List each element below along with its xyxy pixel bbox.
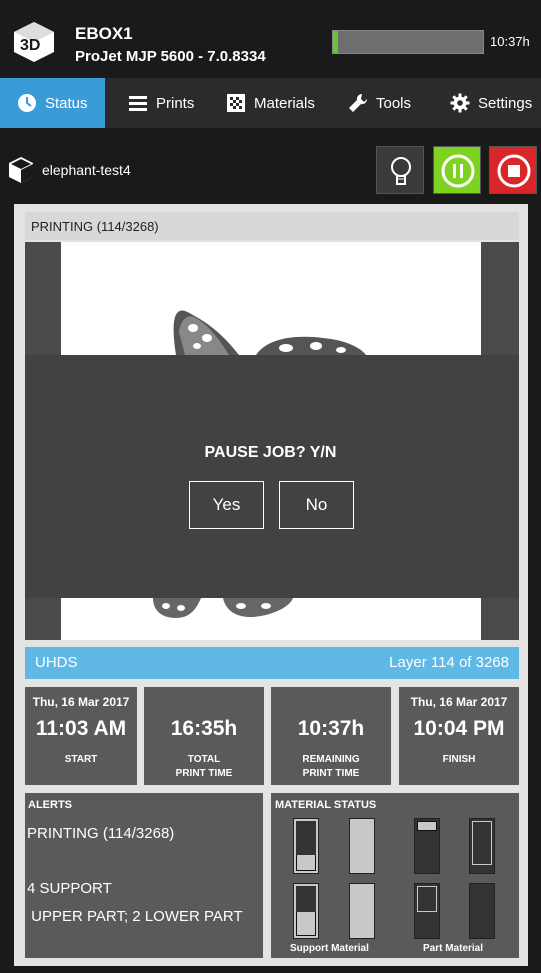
dialog-title: PAUSE JOB? Y/N xyxy=(204,444,337,461)
pause-icon xyxy=(441,154,475,188)
tab-status-label: Status xyxy=(45,94,88,112)
cartridge-empty-area xyxy=(296,821,316,855)
part-cartridge-2 xyxy=(469,818,495,874)
start-time-tile: Thu, 16 Mar 2017 11:03 AM START xyxy=(25,687,137,785)
3d-systems-logo-icon: 3D xyxy=(14,22,54,62)
tab-prints-label: Prints xyxy=(156,94,195,112)
checkerboard-icon xyxy=(227,94,245,112)
alerts-panel: ALERTS PRINTING (114/3268) 4 SUPPORT UPP… xyxy=(25,793,263,958)
start-label: START xyxy=(64,754,98,765)
cube-icon xyxy=(9,157,33,183)
support-cartridge-3 xyxy=(293,883,319,939)
printer-name: EBOX1 xyxy=(75,24,133,43)
app-header: 3D EBOX1 ProJet MJP 5600 - 7.0.8334 10:3… xyxy=(0,0,541,78)
pause-confirm-dialog xyxy=(25,355,519,598)
stop-icon xyxy=(497,154,531,188)
part-cartridge-4 xyxy=(469,883,495,939)
layer-info-bar: UHDS Layer 114 of 3268 xyxy=(25,647,519,679)
alert-line-1: PRINTING (114/3268) xyxy=(27,825,175,842)
layer-progress-text: Layer 114 of 3268 xyxy=(389,654,509,671)
alert-line-2: 4 SUPPORT xyxy=(27,880,112,897)
list-icon xyxy=(129,96,147,111)
printing-status-bar: PRINTING (114/3268) xyxy=(25,212,519,240)
material-status-title: MATERIAL STATUS xyxy=(275,799,377,811)
no-button[interactable]: No xyxy=(279,481,354,529)
remaining-time: 10:37h xyxy=(297,717,365,740)
finish-time-tile: Thu, 16 Mar 2017 10:04 PM FINISH xyxy=(399,687,519,785)
remaining-time-tile: 10:37h REMAINING PRINT TIME xyxy=(271,687,391,785)
tab-materials[interactable]: Materials xyxy=(226,78,331,128)
svg-text:3D: 3D xyxy=(20,37,40,54)
tab-tools-label: Tools xyxy=(376,94,412,112)
tab-materials-label: Materials xyxy=(254,94,315,112)
main-nav: Status Prints Materials Tools Settings xyxy=(0,78,541,128)
print-mode: UHDS xyxy=(35,654,78,671)
light-toggle-button[interactable] xyxy=(376,146,424,194)
print-progress-bar xyxy=(332,30,484,54)
part-material-label: Part Material xyxy=(423,943,484,954)
finish-label: FINISH xyxy=(442,754,476,765)
progress-time-remaining: 10:37h xyxy=(490,34,530,49)
tab-prints[interactable]: Prints xyxy=(128,78,213,128)
cartridge-level xyxy=(417,821,437,831)
total-time: 16:35h xyxy=(170,717,238,740)
total-label-2: PRINT TIME xyxy=(175,768,233,779)
wrench-icon xyxy=(349,93,368,112)
finish-time: 10:04 PM xyxy=(413,717,505,740)
alert-line-3: UPPER PART; 2 LOWER PART xyxy=(27,908,243,925)
tab-tools[interactable]: Tools xyxy=(348,78,423,128)
print-progress-fill xyxy=(333,31,339,53)
alerts-title: ALERTS xyxy=(28,799,72,811)
support-cartridge-2 xyxy=(349,818,375,874)
preview-image-bottom xyxy=(61,598,481,640)
part-cartridge-3 xyxy=(414,883,440,939)
job-name: elephant-test4 xyxy=(42,162,131,178)
cartridge-frame xyxy=(417,886,437,912)
cartridge-frame xyxy=(472,821,492,865)
total-label-1: TOTAL xyxy=(187,754,221,765)
elephant-model-icon xyxy=(173,310,366,355)
yes-button[interactable]: Yes xyxy=(189,481,264,529)
start-time: 11:03 AM xyxy=(35,717,127,740)
support-cartridge-1 xyxy=(293,818,319,874)
start-date: Thu, 16 Mar 2017 xyxy=(32,695,130,709)
pause-button[interactable] xyxy=(433,146,481,194)
elephant-legs-icon xyxy=(153,598,293,618)
lightbulb-icon xyxy=(391,157,411,185)
part-cartridge-1 xyxy=(414,818,440,874)
remaining-label-1: REMAINING xyxy=(302,754,360,765)
support-material-label: Support Material xyxy=(290,943,369,954)
material-status-panel: MATERIAL STATUS Support Material Part Ma… xyxy=(271,793,519,958)
gear-icon xyxy=(450,93,470,113)
finish-date: Thu, 16 Mar 2017 xyxy=(410,695,508,709)
printer-model: ProJet MJP 5600 - 7.0.8334 xyxy=(75,48,266,65)
total-time-tile: 16:35h TOTAL PRINT TIME xyxy=(144,687,264,785)
support-cartridge-4 xyxy=(349,883,375,939)
cartridge-empty-area xyxy=(296,886,316,912)
remaining-label-2: PRINT TIME xyxy=(302,768,360,779)
tab-settings-label: Settings xyxy=(478,94,533,112)
preview-image-top xyxy=(61,242,481,355)
clock-icon xyxy=(18,94,36,112)
tab-settings[interactable]: Settings xyxy=(450,78,541,128)
tab-status[interactable]: Status xyxy=(0,78,105,128)
stop-button[interactable] xyxy=(489,146,537,194)
